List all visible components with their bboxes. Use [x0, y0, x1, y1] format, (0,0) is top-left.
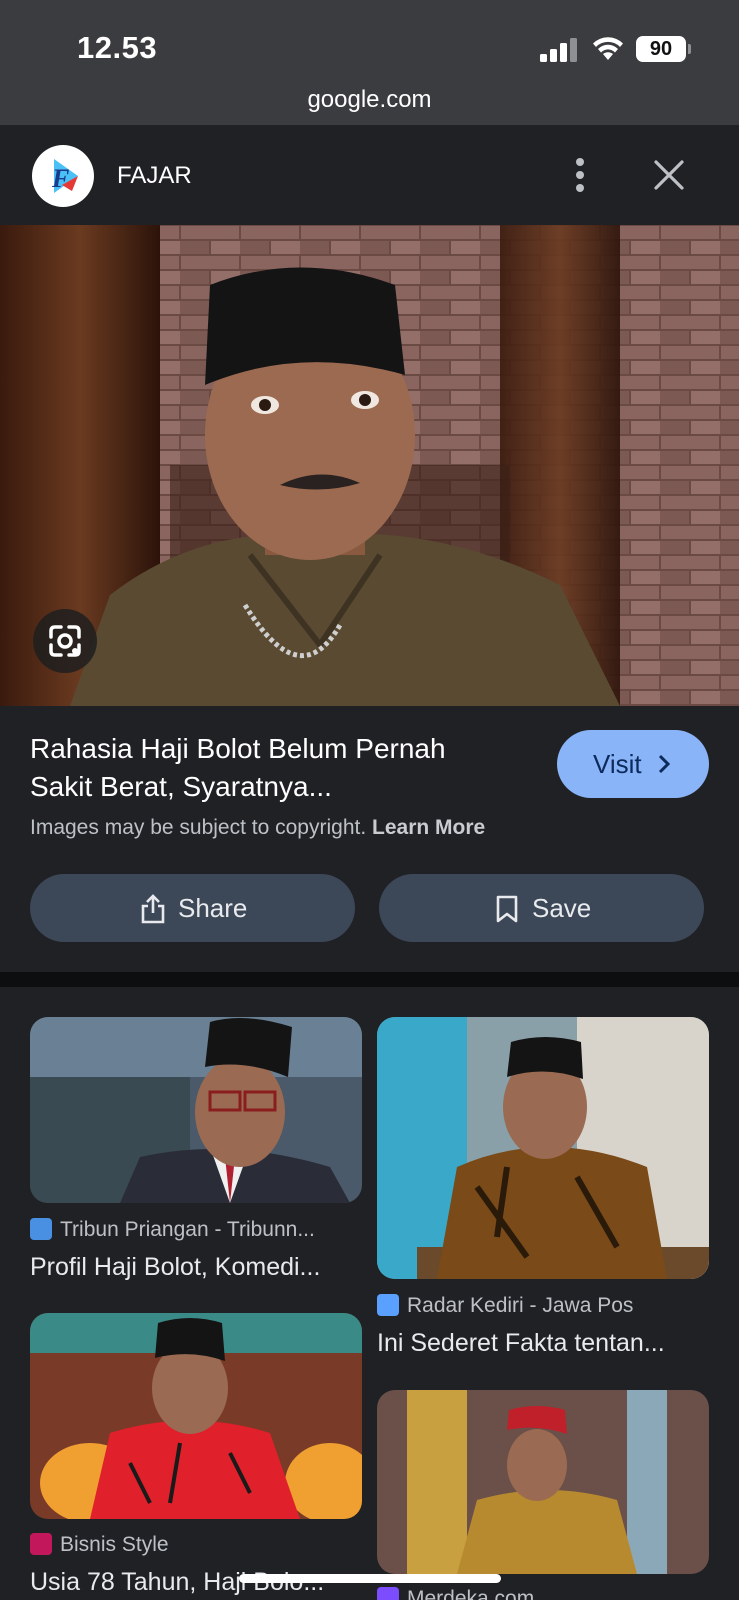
- section-divider: [0, 972, 739, 987]
- svg-text:F: F: [51, 164, 69, 193]
- related-title[interactable]: Profil Haji Bolot, Komedi...: [30, 1253, 362, 1282]
- more-vert-icon[interactable]: [562, 155, 598, 195]
- related-thumbnail[interactable]: [377, 1017, 709, 1279]
- url-bar[interactable]: google.com: [0, 86, 739, 114]
- related-source: Tribun Priangan - Tribunn...: [30, 1218, 362, 1242]
- lens-search-button[interactable]: [33, 609, 97, 673]
- radar-kediri-logo-icon: [377, 1294, 399, 1316]
- source-logo[interactable]: F: [32, 145, 94, 207]
- related-thumbnail[interactable]: [377, 1390, 709, 1574]
- copyright-notice: Images may be subject to copyright. Lear…: [30, 816, 485, 840]
- copyright-text: Images may be subject to copyright.: [30, 816, 367, 839]
- home-indicator[interactable]: [239, 1574, 501, 1583]
- learn-more-link[interactable]: Learn More: [372, 816, 485, 839]
- save-label: Save: [532, 893, 592, 923]
- related-title[interactable]: Ini Sederet Fakta tentan...: [377, 1329, 709, 1358]
- close-icon[interactable]: [651, 157, 687, 193]
- source-header: F FAJAR: [0, 125, 739, 225]
- share-button[interactable]: Share: [30, 874, 355, 942]
- battery-icon: 90: [636, 36, 691, 62]
- related-source: Bisnis Style: [30, 1533, 362, 1557]
- wifi-icon: [593, 37, 623, 60]
- fajar-logo-icon: F: [51, 159, 78, 193]
- google-lens-icon: [49, 625, 81, 657]
- hero-image[interactable]: [0, 225, 739, 706]
- share-icon: [141, 894, 165, 924]
- bookmark-icon: [496, 895, 518, 923]
- status-bar: 12.53 90 google.com: [0, 0, 739, 125]
- battery-level: 90: [636, 36, 686, 62]
- share-label: Share: [178, 893, 248, 923]
- save-button[interactable]: Save: [379, 874, 704, 942]
- related-thumbnail[interactable]: [30, 1313, 362, 1519]
- visit-button[interactable]: Visit: [557, 730, 709, 798]
- related-source: Merdeka.com: [377, 1587, 709, 1600]
- source-name[interactable]: FAJAR: [117, 162, 192, 190]
- status-time: 12.53: [77, 30, 158, 65]
- related-source: Radar Kediri - Jawa Pos: [377, 1294, 709, 1318]
- cellular-signal-icon: [540, 38, 577, 62]
- related-thumbnail[interactable]: [30, 1017, 362, 1203]
- bisnis-style-logo-icon: [30, 1533, 52, 1555]
- tribun-logo-icon: [30, 1218, 52, 1240]
- visit-label: Visit: [593, 749, 642, 779]
- result-title[interactable]: Rahasia Haji Bolot Belum Pernah Sakit Be…: [30, 730, 510, 806]
- chevron-right-icon: [658, 754, 671, 774]
- merdeka-logo-icon: [377, 1587, 399, 1600]
